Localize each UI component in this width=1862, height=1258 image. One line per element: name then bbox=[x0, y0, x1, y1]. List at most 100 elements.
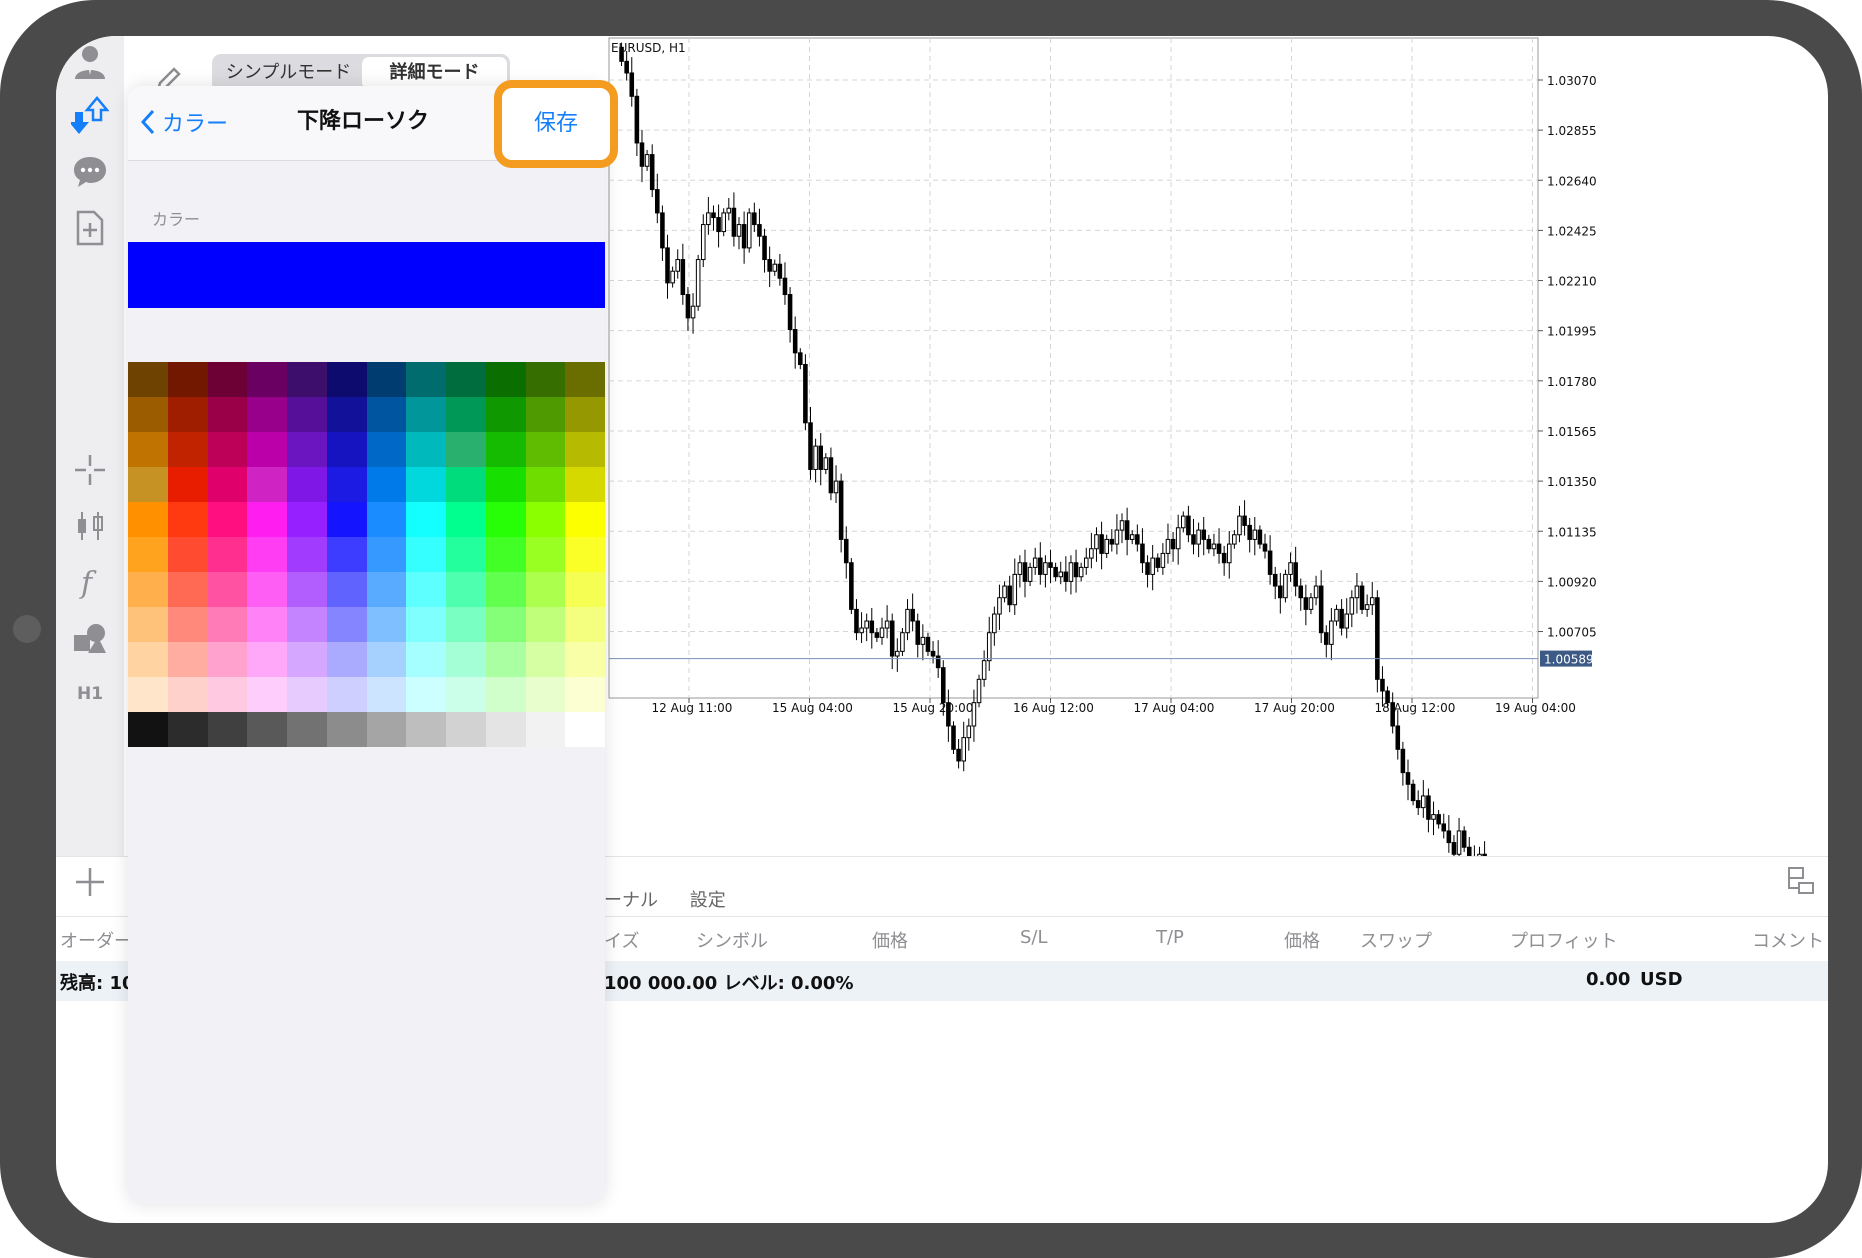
color-swatch[interactable] bbox=[128, 677, 168, 712]
color-swatch[interactable] bbox=[326, 502, 367, 537]
color-swatch[interactable] bbox=[446, 397, 486, 432]
color-swatch[interactable] bbox=[287, 677, 327, 712]
color-swatch[interactable] bbox=[287, 712, 327, 747]
color-swatch[interactable] bbox=[326, 432, 367, 467]
color-swatch[interactable] bbox=[326, 607, 367, 642]
tab-detailed-mode[interactable]: 詳細モード bbox=[362, 57, 507, 89]
color-swatch[interactable] bbox=[406, 502, 446, 537]
tab-journal[interactable]: ーナル bbox=[604, 890, 658, 911]
color-swatch[interactable] bbox=[406, 572, 446, 607]
color-swatch[interactable] bbox=[485, 502, 526, 537]
tab-settings[interactable]: 設定 bbox=[690, 890, 726, 911]
price-chart[interactable]: 1.03070 1.02855 1.02640 1.02425 1.02210 1.019… bbox=[604, 36, 1828, 856]
account-icon[interactable] bbox=[70, 42, 110, 82]
color-swatch[interactable] bbox=[406, 362, 446, 397]
save-button[interactable]: 保存 bbox=[502, 88, 610, 160]
color-swatch[interactable] bbox=[485, 677, 526, 712]
color-swatch[interactable] bbox=[406, 642, 446, 677]
color-swatch[interactable] bbox=[366, 607, 407, 642]
color-swatch[interactable] bbox=[287, 502, 327, 537]
color-swatch[interactable] bbox=[326, 397, 367, 432]
color-swatch[interactable] bbox=[485, 397, 526, 432]
color-swatch[interactable] bbox=[207, 467, 248, 502]
color-swatch[interactable] bbox=[406, 677, 446, 712]
color-swatch[interactable] bbox=[167, 537, 208, 572]
color-swatch[interactable] bbox=[366, 642, 407, 677]
layout-icon[interactable] bbox=[1786, 866, 1816, 896]
color-swatch[interactable] bbox=[128, 572, 168, 607]
color-swatch[interactable] bbox=[565, 432, 605, 467]
color-swatch[interactable] bbox=[485, 467, 526, 502]
color-swatch[interactable] bbox=[525, 467, 566, 502]
color-swatch[interactable] bbox=[287, 397, 327, 432]
color-swatch[interactable] bbox=[406, 607, 446, 642]
color-swatch[interactable] bbox=[326, 712, 367, 747]
color-swatch[interactable] bbox=[326, 677, 367, 712]
color-swatch[interactable] bbox=[167, 642, 208, 677]
color-swatch[interactable] bbox=[207, 642, 248, 677]
trade-icon[interactable] bbox=[70, 96, 110, 136]
color-swatch[interactable] bbox=[446, 537, 486, 572]
back-button[interactable]: カラー bbox=[140, 104, 228, 140]
color-swatch[interactable] bbox=[128, 467, 168, 502]
color-swatch[interactable] bbox=[366, 362, 407, 397]
color-swatch[interactable] bbox=[128, 432, 168, 467]
color-swatch[interactable] bbox=[565, 467, 605, 502]
color-swatch[interactable] bbox=[207, 432, 248, 467]
color-swatch[interactable] bbox=[446, 432, 486, 467]
indicator-icon[interactable]: f bbox=[70, 562, 110, 602]
color-swatch[interactable] bbox=[247, 467, 287, 502]
color-swatch[interactable] bbox=[207, 502, 248, 537]
color-swatch[interactable] bbox=[247, 502, 287, 537]
color-swatch[interactable] bbox=[247, 362, 287, 397]
color-swatch[interactable] bbox=[207, 397, 248, 432]
color-swatch[interactable] bbox=[128, 642, 168, 677]
color-swatch[interactable] bbox=[128, 712, 168, 747]
color-swatch[interactable] bbox=[485, 537, 526, 572]
color-swatch[interactable] bbox=[207, 537, 248, 572]
color-swatch[interactable] bbox=[565, 397, 605, 432]
color-swatch[interactable] bbox=[525, 607, 566, 642]
color-swatch[interactable] bbox=[207, 607, 248, 642]
color-swatch[interactable] bbox=[525, 677, 566, 712]
color-swatch[interactable] bbox=[247, 572, 287, 607]
color-swatch[interactable] bbox=[366, 537, 407, 572]
color-swatch[interactable] bbox=[565, 537, 605, 572]
add-icon[interactable] bbox=[72, 864, 108, 900]
color-swatch[interactable] bbox=[525, 712, 566, 747]
color-swatch[interactable] bbox=[366, 712, 407, 747]
tab-simple-mode[interactable]: シンプルモード bbox=[215, 57, 362, 89]
color-swatch[interactable] bbox=[446, 607, 486, 642]
color-swatch[interactable] bbox=[406, 397, 446, 432]
color-swatch[interactable] bbox=[366, 677, 407, 712]
color-swatch[interactable] bbox=[366, 397, 407, 432]
color-swatch[interactable] bbox=[366, 467, 407, 502]
color-swatch[interactable] bbox=[565, 642, 605, 677]
color-swatch[interactable] bbox=[525, 572, 566, 607]
color-swatch[interactable] bbox=[207, 712, 248, 747]
color-swatch[interactable] bbox=[128, 362, 168, 397]
color-swatch[interactable] bbox=[287, 362, 327, 397]
color-swatch[interactable] bbox=[247, 537, 287, 572]
color-swatch[interactable] bbox=[485, 362, 526, 397]
color-swatch[interactable] bbox=[406, 432, 446, 467]
color-swatch[interactable] bbox=[446, 712, 486, 747]
color-swatch[interactable] bbox=[485, 432, 526, 467]
color-swatch[interactable] bbox=[565, 677, 605, 712]
color-swatch[interactable] bbox=[207, 362, 248, 397]
crosshair-icon[interactable] bbox=[70, 450, 110, 490]
color-swatch[interactable] bbox=[167, 467, 208, 502]
color-swatch[interactable] bbox=[446, 502, 486, 537]
color-swatch[interactable] bbox=[565, 362, 605, 397]
color-swatch[interactable] bbox=[128, 607, 168, 642]
chat-icon[interactable] bbox=[70, 152, 110, 192]
color-swatch[interactable] bbox=[446, 677, 486, 712]
color-swatch[interactable] bbox=[167, 572, 208, 607]
color-swatch[interactable] bbox=[287, 572, 327, 607]
color-swatch[interactable] bbox=[287, 537, 327, 572]
color-swatch[interactable] bbox=[207, 677, 248, 712]
color-swatch[interactable] bbox=[406, 467, 446, 502]
color-swatch[interactable] bbox=[326, 362, 367, 397]
color-swatch[interactable] bbox=[485, 607, 526, 642]
color-swatch[interactable] bbox=[565, 502, 605, 537]
